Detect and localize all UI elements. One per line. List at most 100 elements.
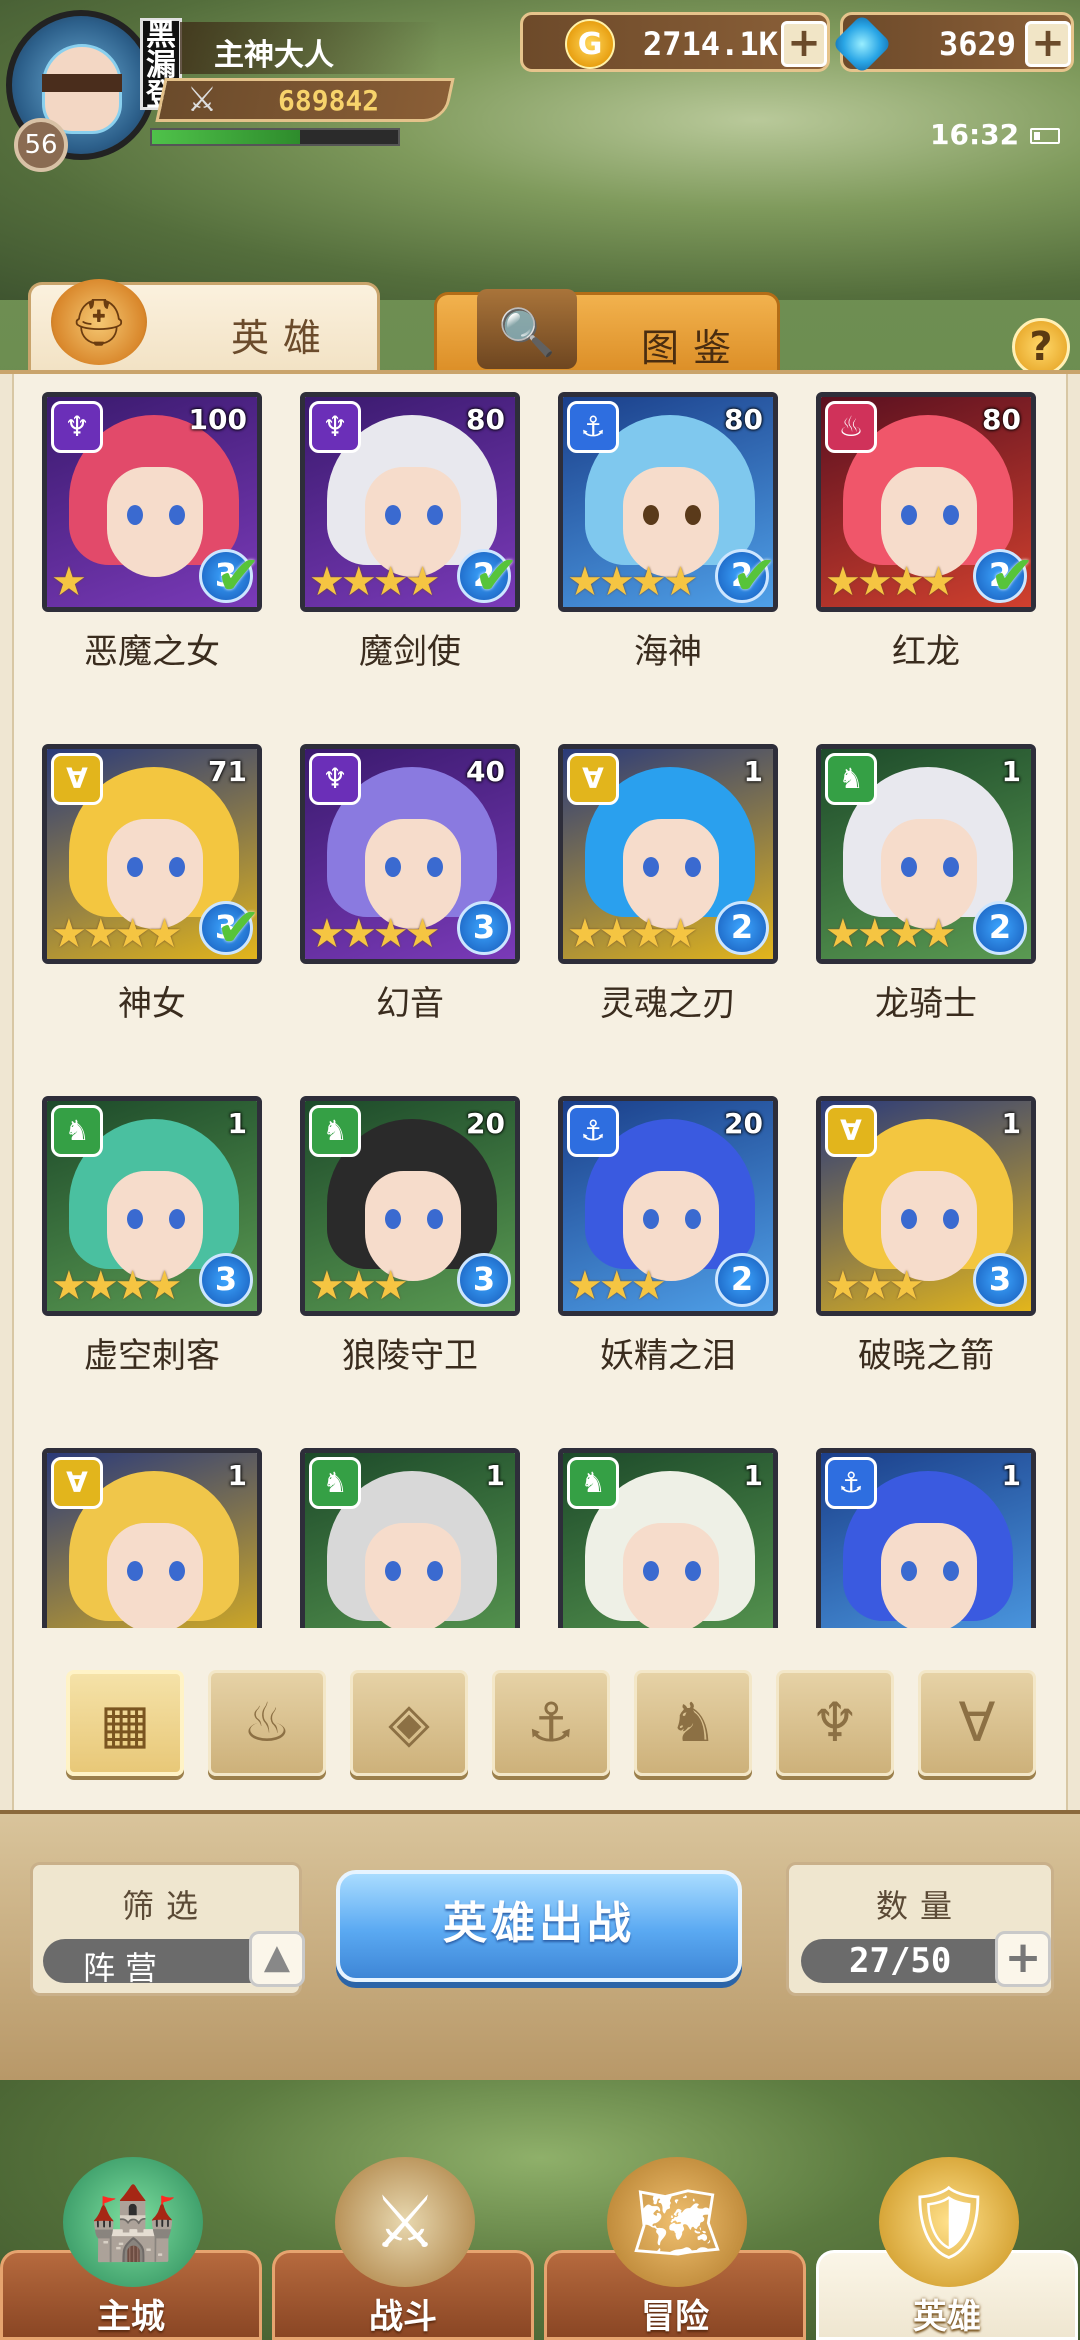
castle-icon: 🏰	[63, 2157, 203, 2287]
nav-item[interactable]: 🗺 冒险	[544, 2157, 806, 2340]
hero-portrait: ⚓ 20 ★★★ 2	[558, 1096, 778, 1316]
hero-eye	[427, 1561, 443, 1581]
all-grid-icon[interactable]: ▦	[66, 1670, 184, 1776]
water-faction-icon: ⚓	[567, 401, 619, 453]
avatar-blindfold	[42, 74, 122, 92]
hero-level: 1	[227, 1107, 247, 1140]
map-scroll-icon: 🗺	[607, 2157, 747, 2287]
filter-selector[interactable]: 阵营 ▲	[43, 1931, 305, 1987]
hero-portrait: ⚓ 1	[816, 1448, 1036, 1628]
hero-eye	[427, 1209, 443, 1229]
water-anchor-icon[interactable]: ⚓	[492, 1670, 610, 1776]
hero-portrait: ♨ 80 ★★★★ 2 ✔	[816, 392, 1036, 612]
star-rating: ★★★★	[567, 911, 698, 957]
hero-eye	[385, 1209, 401, 1229]
grade-badge: 2	[715, 1253, 769, 1307]
nav-item[interactable]: ⚔ 战斗	[272, 2157, 534, 2340]
hero-card[interactable]: ♞ 1 ★★★★ 3 虚空刺客	[42, 1096, 262, 1406]
tab-heroes[interactable]: ⛑ 英雄	[28, 279, 380, 372]
faction-filter-row: ▦ ♨ ◈ ⚓ ♞ ♆ ∀	[66, 1670, 1046, 1780]
nav-item[interactable]: 🛡 英雄	[816, 2157, 1078, 2340]
nature-beast-icon[interactable]: ♞	[634, 1670, 752, 1776]
hero-level: 80	[466, 403, 505, 436]
grade-badge: 3	[457, 901, 511, 955]
clock: 16:32	[930, 118, 1020, 151]
chevron-up-icon[interactable]: ▲	[249, 1931, 305, 1987]
hero-level: 1	[1001, 1459, 1021, 1492]
fire-faction-icon[interactable]: ♨	[208, 1670, 326, 1776]
hero-card[interactable]: ∀ 1 ★★★ 3 破晓之箭	[816, 1096, 1036, 1406]
expand-capacity-button[interactable]: +	[995, 1931, 1051, 1987]
checkmark-icon: ✔	[731, 544, 777, 607]
hero-card[interactable]: ♞ 20 ★★★ 3 狼陵守卫	[300, 1096, 520, 1406]
checkmark-icon: ✔	[473, 544, 519, 607]
hero-card[interactable]: ♨ 80 ★★★★ 2 ✔ 红龙	[816, 392, 1036, 702]
hero-card[interactable]: ⚓ 20 ★★★ 2 妖精之泪	[558, 1096, 778, 1406]
hero-eye	[685, 1561, 701, 1581]
power-value: 689842	[278, 84, 380, 117]
hero-card[interactable]: ⚓ 80 ★★★★ 2 ✔ 海神	[558, 392, 778, 702]
tab-codex[interactable]: 🔍 图鉴	[434, 289, 780, 382]
filter-box: 筛选 阵营 ▲	[30, 1862, 305, 1996]
star-rating: ★★★★	[825, 559, 956, 605]
hero-eye	[901, 505, 917, 525]
hero-eye	[427, 857, 443, 877]
tab-codex-label: 图鉴	[641, 326, 746, 370]
hero-card[interactable]: ∀ 1	[42, 1448, 262, 1628]
hero-card[interactable]: ♆ 100 ★ 3 ✔ 恶魔之女	[42, 392, 262, 702]
light-faction-icon: ∀	[51, 753, 103, 805]
gold-coin-icon: G	[565, 19, 615, 69]
hero-card[interactable]: ∀ 1 ★★★★ 2 灵魂之刃	[558, 744, 778, 1054]
hero-portrait: ♞ 1	[300, 1448, 520, 1628]
hero-eye	[127, 1561, 143, 1581]
light-wings-icon[interactable]: ∀	[918, 1670, 1036, 1776]
hero-portrait: ♆ 80 ★★★★ 2 ✔	[300, 392, 520, 612]
nav-item[interactable]: 🏰 主城	[0, 2157, 262, 2340]
dark-horns-icon[interactable]: ♆	[776, 1670, 894, 1776]
hero-eye	[169, 857, 185, 877]
hero-card[interactable]: ♞ 1	[558, 1448, 778, 1628]
gem-value: 3629	[939, 25, 1017, 63]
hero-level: 1	[485, 1459, 505, 1492]
checkmark-icon: ✔	[215, 544, 261, 607]
hero-card[interactable]: ♞ 1	[300, 1448, 520, 1628]
knight-helmet-icon: ⛑	[51, 279, 147, 365]
add-gems-button[interactable]: +	[1025, 21, 1071, 67]
hero-eye	[943, 857, 959, 877]
hero-card[interactable]: ♞ 1 ★★★★ 2 龙骑士	[816, 744, 1036, 1054]
nav-label: 英雄	[913, 2297, 981, 2337]
hero-card[interactable]: ♆ 80 ★★★★ 2 ✔ 魔剑使	[300, 392, 520, 702]
star-rating: ★★★★	[567, 559, 698, 605]
deploy-heroes-button[interactable]: 英雄出战	[336, 1870, 742, 1982]
hero-eye	[901, 857, 917, 877]
add-gold-button[interactable]: +	[781, 21, 827, 67]
hero-eye	[127, 857, 143, 877]
hero-name: 幻音	[376, 984, 444, 1024]
ice-faction-icon[interactable]: ◈	[350, 1670, 468, 1776]
hero-card[interactable]: ∀ 71 ★★★★ 3 ✔ 神女	[42, 744, 262, 1054]
hero-eye	[685, 505, 701, 525]
hero-name: 神女	[118, 984, 186, 1024]
hero-eye	[943, 1561, 959, 1581]
hero-card[interactable]: ⚓ 1	[816, 1448, 1036, 1628]
hero-card[interactable]: ♆ 40 ★★★★ 3 幻音	[300, 744, 520, 1054]
hero-name: 海神	[634, 632, 702, 672]
dark-faction-icon: ♆	[309, 401, 361, 453]
light-faction-icon: ∀	[567, 753, 619, 805]
hero-eye	[943, 1209, 959, 1229]
hero-level: 1	[227, 1459, 247, 1492]
star-rating: ★★★★	[51, 1263, 182, 1309]
hero-portrait: ♞ 20 ★★★ 3	[300, 1096, 520, 1316]
star-rating: ★★★★	[309, 559, 440, 605]
hero-portrait: ♞ 1 ★★★★ 2	[816, 744, 1036, 964]
hero-eye	[685, 1209, 701, 1229]
dark-faction-icon: ♆	[309, 753, 361, 805]
hero-name: 灵魂之刃	[600, 984, 736, 1024]
nav-label: 战斗	[369, 2297, 437, 2337]
water-faction-icon: ⚓	[567, 1105, 619, 1157]
star-rating: ★★★	[309, 1263, 409, 1309]
help-button[interactable]: ?	[1012, 318, 1070, 376]
hero-portrait: ∀ 1 ★★★★ 2	[558, 744, 778, 964]
nature-faction-icon: ♞	[567, 1457, 619, 1509]
hero-portrait: ♆ 100 ★ 3 ✔	[42, 392, 262, 612]
